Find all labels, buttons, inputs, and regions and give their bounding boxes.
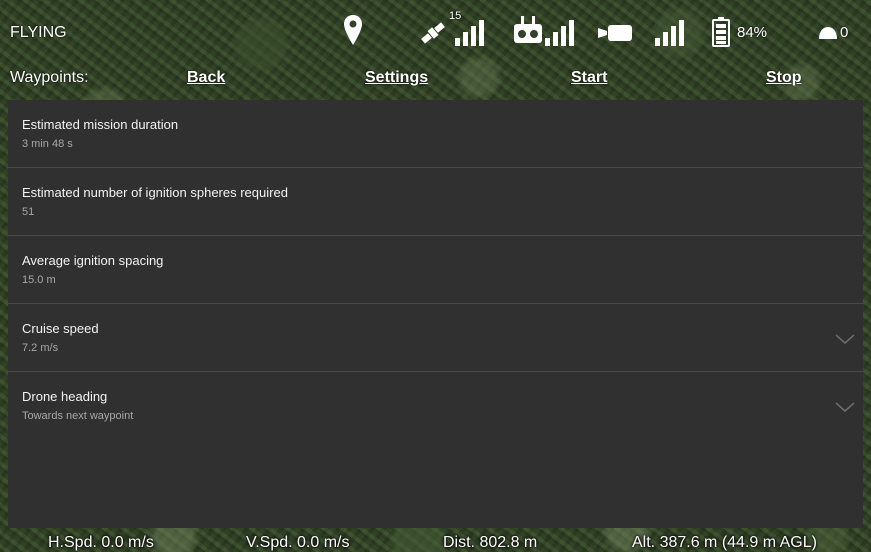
waypoints-label: Waypoints:: [10, 69, 89, 86]
top-status-bar: FLYING 15 84% 0 Waypoints: Back Settings…: [0, 0, 871, 100]
mission-settings-panel: Estimated mission duration 3 min 48 s Es…: [8, 100, 863, 528]
chevron-down-icon[interactable]: [835, 332, 855, 350]
mission-duration-value: 3 min 48 s: [22, 138, 73, 150]
ignition-sphere-count: 0: [840, 24, 849, 41]
remote-signal-bars-icon: [545, 18, 577, 46]
cruise-speed-row[interactable]: Cruise speed 7.2 m/s: [8, 304, 863, 372]
waypoints-toolbar: Waypoints: Back Settings Start Stop: [0, 66, 871, 94]
distance-readout: Dist. 802.8 m: [443, 534, 538, 551]
cruise-speed-value: 7.2 m/s: [22, 342, 59, 354]
ignition-spacing-row: Average ignition spacing 15.0 m: [8, 236, 863, 304]
ignition-spacing-title: Average ignition spacing: [22, 253, 164, 268]
gps-signal-bars-icon: [455, 18, 487, 46]
flight-status-label: FLYING: [10, 24, 67, 41]
back-button[interactable]: Back: [187, 69, 225, 87]
battery-percent: 84%: [737, 24, 768, 41]
altitude-readout: Alt. 387.6 m (44.9 m AGL): [632, 534, 817, 551]
chevron-down-icon[interactable]: [835, 400, 855, 418]
ignition-spheres-title: Estimated number of ignition spheres req…: [22, 185, 288, 200]
satellite-icon: [418, 20, 448, 46]
ignition-spheres-value: 51: [22, 206, 35, 218]
mission-duration-row: Estimated mission duration 3 min 48 s: [8, 100, 863, 168]
start-button[interactable]: Start: [571, 69, 607, 87]
battery-icon: [712, 17, 730, 47]
ignition-sphere-icon: [818, 26, 838, 40]
settings-button[interactable]: Settings: [365, 69, 428, 87]
telemetry-bar: H.Spd. 0.0 m/s V.Spd. 0.0 m/s Dist. 802.…: [0, 528, 871, 552]
video-camera-icon: [598, 23, 634, 43]
ignition-spacing-value: 15.0 m: [22, 274, 56, 286]
cruise-speed-title: Cruise speed: [22, 321, 99, 336]
mission-duration-title: Estimated mission duration: [22, 117, 179, 132]
drone-heading-value: Towards next waypoint: [22, 410, 134, 422]
drone-heading-row[interactable]: Drone heading Towards next waypoint: [8, 372, 863, 440]
ignition-spheres-row: Estimated number of ignition spheres req…: [8, 168, 863, 236]
video-signal-bars-icon: [655, 18, 687, 46]
stop-button[interactable]: Stop: [766, 69, 802, 87]
map-pin-icon: [343, 14, 363, 46]
vertical-speed-readout: V.Spd. 0.0 m/s: [246, 534, 350, 551]
drone-heading-title: Drone heading: [22, 389, 108, 404]
remote-controller-icon: [513, 15, 543, 45]
horizontal-speed-readout: H.Spd. 0.0 m/s: [48, 534, 154, 551]
